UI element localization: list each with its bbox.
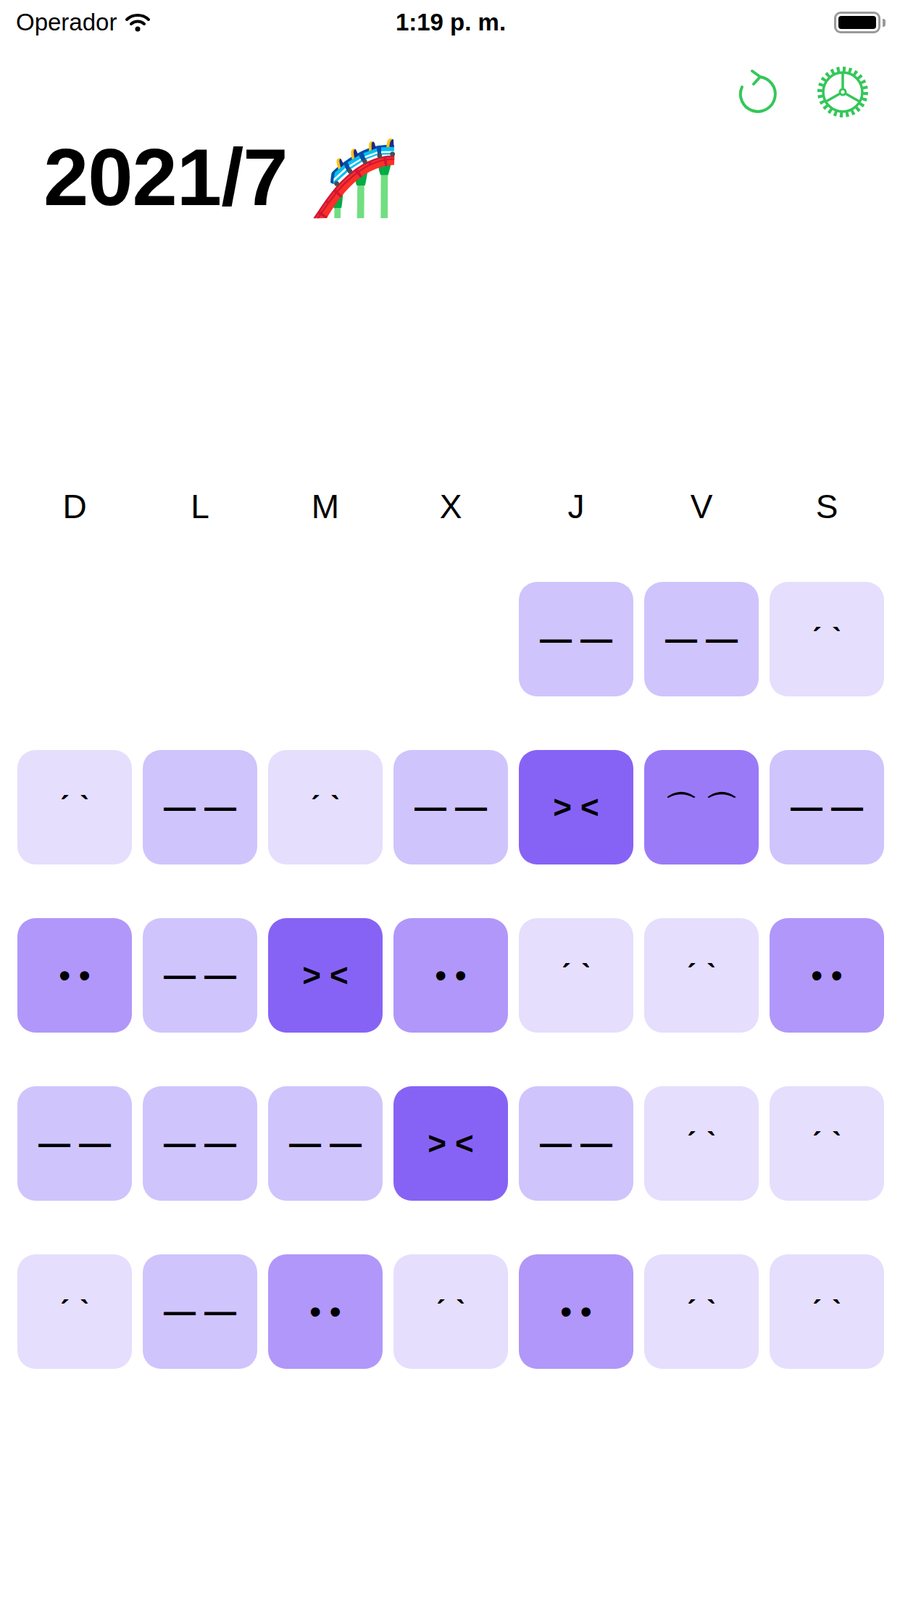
- day-cell[interactable]: ˊ ˋ: [644, 1254, 759, 1369]
- day-cell[interactable]: — —: [142, 1254, 258, 1369]
- settings-button[interactable]: [815, 65, 870, 119]
- empty-cell: [393, 581, 508, 697]
- weekday-header: J: [518, 484, 634, 529]
- day-cell[interactable]: • •: [769, 918, 885, 1033]
- day-cell[interactable]: ˊ ˋ: [393, 1254, 508, 1369]
- day-cell[interactable]: • •: [17, 918, 132, 1033]
- carrier: Operador: [15, 8, 396, 37]
- day-cell[interactable]: ˊ ˋ: [518, 918, 634, 1033]
- day-cell[interactable]: ˊ ˋ: [769, 1086, 885, 1201]
- day-cell[interactable]: — —: [142, 1086, 258, 1201]
- day-cell[interactable]: ˊ ˋ: [17, 750, 132, 865]
- day-cell[interactable]: — —: [518, 581, 634, 697]
- empty-cell: [142, 581, 258, 697]
- weekday-header: X: [393, 484, 508, 529]
- calendar-screen: Operador1:19 p. m.2021/7🎢DLMXJVS— —— —ˊ …: [0, 0, 900, 1600]
- day-cell[interactable]: — —: [142, 750, 258, 865]
- day-cell[interactable]: ˊ ˋ: [644, 918, 759, 1033]
- roller-coaster-icon: 🎢: [309, 141, 400, 214]
- empty-cell: [17, 581, 132, 697]
- day-cell[interactable]: — —: [142, 918, 258, 1033]
- day-cell[interactable]: — —: [17, 1086, 132, 1201]
- day-cell[interactable]: ˊ ˋ: [17, 1254, 132, 1369]
- battery-cap: [882, 18, 886, 27]
- day-cell[interactable]: > <: [518, 750, 634, 865]
- weekday-header: D: [17, 484, 132, 529]
- weekday-header: S: [769, 484, 885, 529]
- day-cell[interactable]: ˊ ˋ: [769, 581, 885, 697]
- battery-body: [834, 11, 881, 34]
- battery-fill: [838, 15, 877, 29]
- day-cell[interactable]: • •: [393, 918, 508, 1033]
- refresh-icon: [733, 68, 779, 116]
- status-bar: Operador 1:19 p. m.: [0, 0, 900, 45]
- day-cell[interactable]: — —: [268, 1086, 383, 1201]
- day-cell[interactable]: ⌒ ⌒: [644, 750, 759, 865]
- month-label: 2021/7: [43, 130, 288, 224]
- refresh-button[interactable]: [733, 68, 779, 116]
- wifi-icon: [125, 13, 150, 32]
- day-cell[interactable]: — —: [518, 1086, 634, 1201]
- gear-icon: [815, 65, 870, 119]
- calendar-grid: DLMXJVS— —— —ˊ ˋˊ ˋ— —ˊ ˋ— —> <⌒ ⌒— —• •…: [0, 484, 900, 1369]
- clock: 1:19 p. m.: [395, 8, 506, 37]
- weekday-header: L: [142, 484, 258, 529]
- month-title: 2021/7 🎢: [0, 123, 900, 224]
- empty-cell: [268, 581, 383, 697]
- day-cell[interactable]: > <: [393, 1086, 508, 1201]
- battery-icon: [834, 11, 886, 34]
- day-cell[interactable]: ˊ ˋ: [769, 1254, 885, 1369]
- carrier-name: Operador: [15, 8, 117, 37]
- day-cell[interactable]: — —: [393, 750, 508, 865]
- day-cell[interactable]: — —: [769, 750, 885, 865]
- day-cell[interactable]: • •: [268, 1254, 383, 1369]
- toolbar: [0, 44, 900, 124]
- day-cell[interactable]: ˊ ˋ: [268, 750, 383, 865]
- day-cell[interactable]: ˊ ˋ: [644, 1086, 759, 1201]
- weekday-header: M: [268, 484, 383, 529]
- weekday-header: V: [644, 484, 759, 529]
- day-cell[interactable]: > <: [268, 918, 383, 1033]
- day-cell[interactable]: — —: [644, 581, 759, 697]
- day-cell[interactable]: • •: [518, 1254, 634, 1369]
